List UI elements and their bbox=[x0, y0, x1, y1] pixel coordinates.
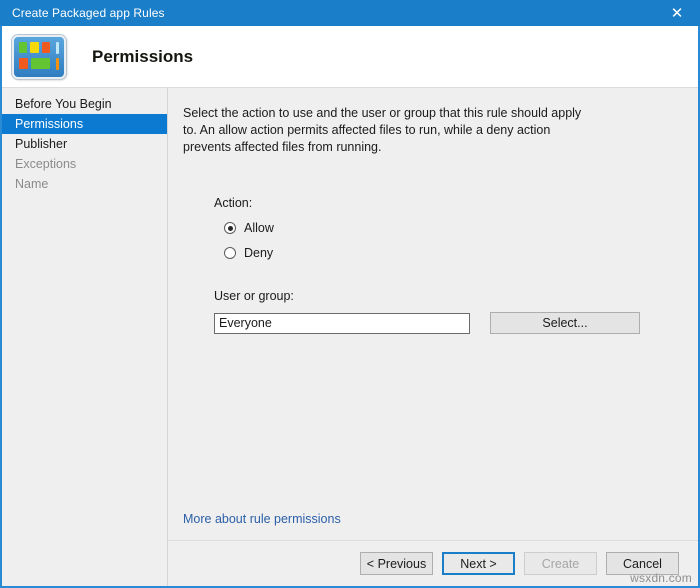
user-or-group-row: Select... bbox=[214, 312, 676, 334]
radio-allow-label: Allow bbox=[244, 221, 274, 235]
icon-tile bbox=[19, 57, 28, 69]
radio-deny-icon[interactable] bbox=[224, 247, 236, 259]
sidebar-item-publisher[interactable]: Publisher bbox=[2, 134, 167, 154]
more-about-rule-permissions-link[interactable]: More about rule permissions bbox=[183, 512, 341, 526]
packaged-app-tiles-icon bbox=[12, 34, 66, 79]
user-or-group-label: User or group: bbox=[214, 289, 294, 303]
page-title: Permissions bbox=[92, 46, 194, 66]
create-button: Create bbox=[524, 552, 597, 575]
radio-option-allow[interactable]: Allow bbox=[224, 221, 676, 235]
radio-allow-icon[interactable] bbox=[224, 222, 236, 234]
icon-tile bbox=[41, 41, 50, 53]
title-bar: Create Packaged app Rules ✕ bbox=[0, 0, 700, 26]
previous-button[interactable]: < Previous bbox=[360, 552, 433, 575]
window-title: Create Packaged app Rules bbox=[12, 6, 165, 20]
description-text: Select the action to use and the user or… bbox=[183, 106, 582, 154]
icon-tile bbox=[30, 57, 50, 69]
sidebar-item-name: Name bbox=[15, 177, 49, 191]
sidebar-item-before-you-begin[interactable]: Before You Begin bbox=[2, 94, 167, 114]
radio-deny-label: Deny bbox=[244, 246, 274, 260]
dialog-body: Before You Begin Permissions Publisher E… bbox=[2, 88, 698, 586]
wizard-step-nav: Before You Begin Permissions Publisher E… bbox=[2, 88, 168, 586]
icon-tile-row-top bbox=[19, 41, 60, 56]
icon-tile bbox=[30, 41, 39, 53]
icon-tile-row-bottom bbox=[19, 57, 59, 72]
content-pane: Select the action to use and the user or… bbox=[168, 88, 698, 586]
dialog-footer: < Previous Next > Create Cancel bbox=[168, 540, 698, 586]
sidebar-item-exceptions: Exceptions bbox=[15, 157, 77, 171]
watermark: wsxdn.com bbox=[630, 571, 692, 585]
dialog-window: Create Packaged app Rules ✕ Permissions … bbox=[0, 0, 700, 588]
radio-option-deny[interactable]: Deny bbox=[224, 246, 676, 260]
next-button[interactable]: Next > bbox=[442, 552, 515, 575]
icon-tile bbox=[55, 57, 59, 70]
icon-tile bbox=[55, 41, 60, 54]
wizard-header: Permissions bbox=[2, 26, 698, 88]
sidebar-item-permissions[interactable]: Permissions bbox=[2, 114, 167, 134]
icon-tile bbox=[19, 41, 28, 53]
select-button[interactable]: Select... bbox=[490, 312, 640, 334]
action-group-label: Action: bbox=[214, 196, 253, 210]
close-icon[interactable]: ✕ bbox=[654, 0, 700, 26]
user-or-group-input[interactable] bbox=[214, 312, 470, 334]
content-inner: Select the action to use and the user or… bbox=[168, 88, 698, 540]
